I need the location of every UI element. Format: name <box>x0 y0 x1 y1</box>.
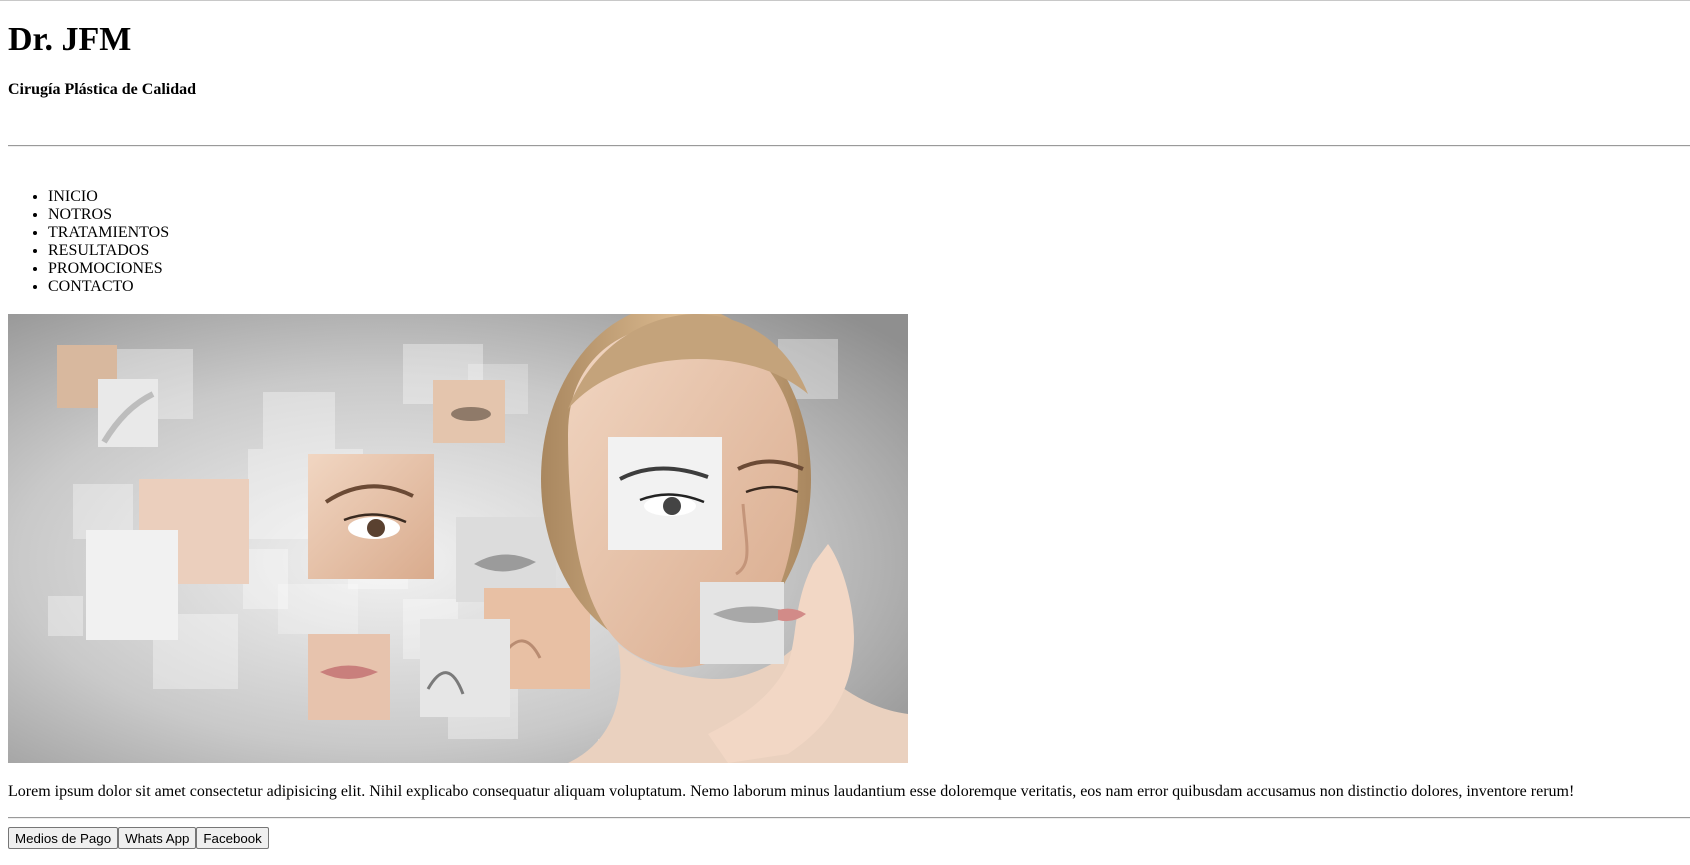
nav-item-nosotros[interactable]: NOTROS <box>48 206 169 224</box>
whatsapp-button[interactable]: Whats App <box>118 827 197 849</box>
main-nav: INICIO NOTROS TRATAMIENTOS RESULTADOS PR… <box>8 188 169 296</box>
header-divider <box>8 145 1690 147</box>
nav-item-promociones[interactable]: PROMOCIONES <box>48 260 169 278</box>
site-title: Dr. JFM <box>8 21 132 58</box>
nav-item-contacto[interactable]: CONTACTO <box>48 278 169 296</box>
face-collage-image <box>8 314 908 763</box>
footer-divider <box>8 817 1690 819</box>
nav-item-inicio[interactable]: INICIO <box>48 188 169 206</box>
intro-paragraph: Lorem ipsum dolor sit amet consectetur a… <box>8 783 1575 800</box>
facebook-button[interactable]: Facebook <box>196 827 269 849</box>
nav-item-resultados[interactable]: RESULTADOS <box>48 242 169 260</box>
footer-button-group: Medios de Pago Whats App Facebook <box>8 827 269 849</box>
nav-item-tratamientos[interactable]: TRATAMIENTOS <box>48 224 169 242</box>
payment-methods-button[interactable]: Medios de Pago <box>8 827 119 849</box>
site-tagline: Cirugía Plástica de Calidad <box>8 81 197 98</box>
hero-image <box>8 314 908 763</box>
top-divider <box>0 0 1690 1</box>
